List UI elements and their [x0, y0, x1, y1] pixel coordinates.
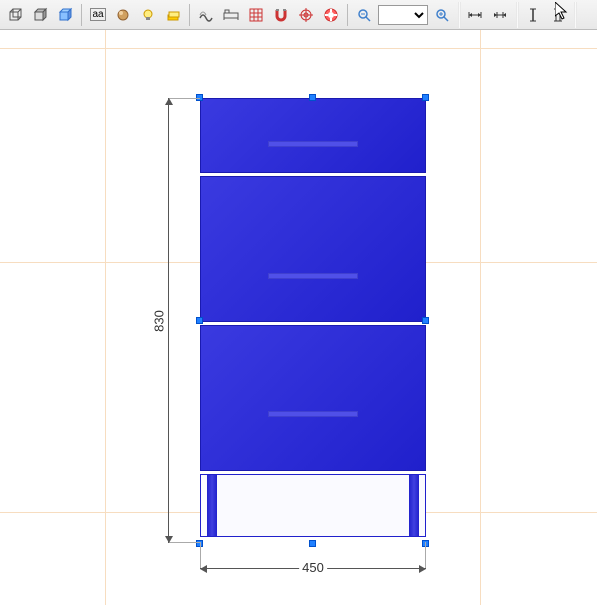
text-cursor-icon	[527, 7, 539, 23]
guide-vertical	[480, 30, 481, 605]
cabinet-leg-right	[409, 475, 419, 536]
dimension-arrow	[165, 98, 173, 105]
drawer-handle	[268, 273, 358, 279]
cube-solid-button[interactable]	[54, 4, 76, 26]
drawer-middle	[200, 176, 426, 322]
text-label-button[interactable]: aa	[87, 4, 109, 26]
cabinet-object[interactable]	[200, 98, 426, 543]
target-button[interactable]	[295, 4, 317, 26]
lightbulb-button[interactable]	[137, 4, 159, 26]
grid-button[interactable]	[245, 4, 267, 26]
dimension-line	[168, 98, 169, 543]
zoom-out-button[interactable]	[353, 4, 375, 26]
wave-icon	[198, 8, 214, 22]
drawer-top	[200, 98, 426, 173]
lifebuoy-button[interactable]	[320, 4, 342, 26]
toolbar-grip	[516, 2, 519, 28]
canvas-viewport[interactable]: 830 450	[0, 30, 597, 605]
toolbar-separator	[189, 4, 190, 26]
cabinet-leg-left	[207, 475, 217, 536]
text-height-button[interactable]	[547, 4, 569, 26]
dimension-horizontal[interactable]: 450	[200, 550, 426, 590]
bed-button[interactable]	[220, 4, 242, 26]
grid-icon	[249, 8, 263, 22]
toolbar-grip	[574, 2, 577, 28]
lifebuoy-icon	[324, 8, 338, 22]
cube-wireframe-button[interactable]	[4, 4, 26, 26]
toolbar-separator	[81, 4, 82, 26]
dimension-arrow	[165, 536, 173, 543]
selection-handle-mr[interactable]	[422, 317, 429, 324]
zoom-combo[interactable]	[378, 5, 428, 25]
dimension-height-value: 830	[151, 307, 166, 335]
lightbulb-icon	[141, 8, 155, 22]
layers-icon	[166, 8, 180, 22]
cube-face-icon	[32, 7, 48, 23]
selection-handle-ml[interactable]	[196, 317, 203, 324]
wave-button[interactable]	[195, 4, 217, 26]
drawer-bottom	[200, 325, 426, 471]
sphere-button[interactable]	[112, 4, 134, 26]
dimension-arrow	[200, 565, 207, 573]
cube-wireframe-icon	[7, 7, 23, 23]
cube-face-button[interactable]	[29, 4, 51, 26]
zoom-in-button[interactable]	[431, 4, 453, 26]
layers-button[interactable]	[162, 4, 184, 26]
guide-vertical	[105, 30, 106, 605]
selection-handle-tc[interactable]	[309, 94, 316, 101]
bed-icon	[223, 9, 239, 21]
toolbar: aa	[0, 0, 597, 30]
dimension-h-alt-button[interactable]	[489, 4, 511, 26]
text-cursor-button[interactable]	[522, 4, 544, 26]
drawer-handle	[268, 411, 358, 417]
cube-solid-icon	[57, 7, 73, 23]
zoom-in-icon	[435, 8, 449, 22]
text-aa-icon: aa	[90, 8, 105, 21]
magnet-button[interactable]	[270, 4, 292, 26]
guide-horizontal	[0, 48, 597, 49]
dimension-h-icon	[467, 9, 483, 21]
dimension-arrow	[419, 565, 426, 573]
sphere-icon	[116, 8, 130, 22]
dimension-h-button[interactable]	[464, 4, 486, 26]
dimension-vertical[interactable]: 830	[150, 98, 190, 543]
magnet-icon	[274, 8, 288, 22]
selection-handle-bc[interactable]	[309, 540, 316, 547]
target-icon	[299, 8, 313, 22]
text-height-icon	[552, 7, 564, 23]
selection-handle-tr[interactable]	[422, 94, 429, 101]
toolbar-separator	[347, 4, 348, 26]
cabinet-base	[200, 474, 426, 537]
dimension-width-value: 450	[299, 560, 327, 575]
zoom-out-icon	[357, 8, 371, 22]
toolbar-grip	[458, 2, 461, 28]
dimension-h-alt-icon	[492, 9, 508, 21]
drawer-handle	[268, 141, 358, 147]
